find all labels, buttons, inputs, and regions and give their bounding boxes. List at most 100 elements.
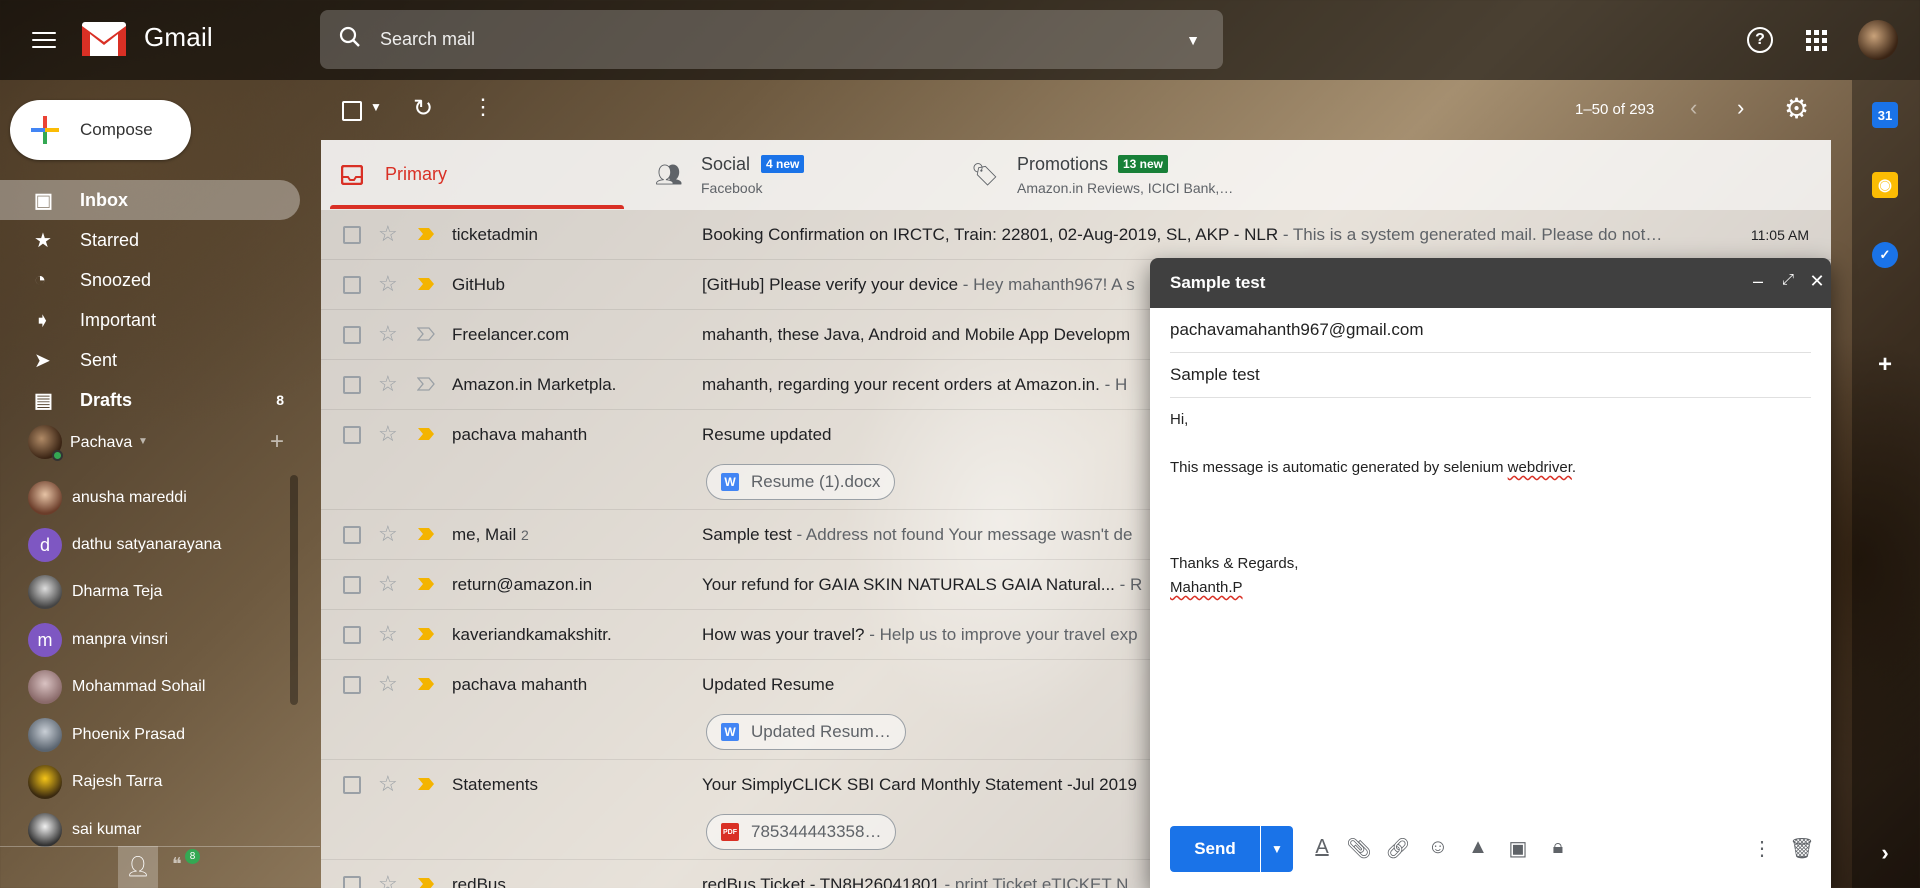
compose-button[interactable]: Compose — [10, 100, 191, 160]
refresh-icon[interactable]: ↻ — [413, 94, 433, 123]
important-icon[interactable] — [417, 327, 435, 341]
formatting-icon[interactable]: A — [1307, 836, 1337, 859]
search-icon[interactable] — [320, 26, 380, 54]
email-row[interactable]: ☆ ticketadmin Booking Confirmation on IR… — [321, 210, 1831, 260]
star-icon[interactable]: ☆ — [378, 771, 398, 797]
star-icon[interactable]: ☆ — [378, 321, 398, 347]
star-icon[interactable]: ☆ — [378, 621, 398, 647]
chevron-right-icon[interactable]: › — [1737, 95, 1744, 121]
photo-icon[interactable]: ▣ — [1503, 836, 1533, 861]
schedule-send-dropdown[interactable]: ▼ — [1261, 826, 1293, 872]
important-icon[interactable] — [417, 377, 435, 391]
link-icon[interactable]: 🔗︎ — [1383, 836, 1413, 861]
important-icon[interactable] — [417, 427, 435, 441]
settings-icon[interactable]: ⚙ — [1784, 92, 1809, 125]
important-icon[interactable] — [417, 277, 435, 291]
more-options-icon[interactable]: ⋮ — [1747, 836, 1777, 861]
sidebar-scrollbar[interactable] — [290, 475, 298, 705]
chat-user-name[interactable]: Pachava — [70, 434, 132, 452]
gmail-logo[interactable] — [80, 20, 128, 58]
emoji-icon[interactable]: ☺ — [1423, 836, 1453, 859]
chat-contact[interactable]: d dathu satyanarayana — [0, 523, 300, 567]
attachment-chip[interactable]: W Resume (1).docx — [706, 464, 896, 500]
attachment-chip[interactable]: PDF 785344443358… — [706, 814, 897, 850]
chat-contact[interactable]: Dharma Teja — [0, 570, 300, 614]
email-snippet: - This is a system generated mail. Pleas… — [1278, 225, 1663, 244]
select-all-checkbox[interactable] — [342, 101, 362, 121]
subject-field[interactable]: Sample test — [1170, 353, 1811, 398]
star-icon[interactable]: ☆ — [378, 871, 398, 888]
more-vert-icon[interactable]: ⋮ — [472, 94, 494, 120]
apps-icon[interactable] — [1800, 24, 1833, 57]
search-bar[interactable]: ▼ — [320, 10, 1223, 69]
important-icon[interactable] — [417, 877, 435, 888]
row-checkbox[interactable] — [343, 526, 361, 544]
account-avatar[interactable] — [1858, 20, 1898, 60]
send-button[interactable]: Send — [1170, 826, 1260, 872]
chat-contact[interactable]: Phoenix Prasad — [0, 713, 300, 757]
star-icon[interactable]: ☆ — [378, 221, 398, 247]
row-checkbox[interactable] — [343, 226, 361, 244]
add-chat-icon[interactable]: + — [270, 428, 284, 456]
message-body[interactable]: Hi, This message is automatic generated … — [1170, 408, 1811, 600]
close-icon[interactable]: ✕ — [1805, 271, 1829, 292]
chat-contact[interactable]: anusha mareddi — [0, 476, 300, 520]
chevron-right-icon[interactable]: › — [1872, 840, 1898, 866]
chat-contact[interactable]: Mohammad Sohail — [0, 665, 300, 709]
search-options-icon[interactable]: ▼ — [1163, 32, 1223, 48]
star-icon[interactable]: ☆ — [378, 671, 398, 697]
row-checkbox[interactable] — [343, 426, 361, 444]
tab-social[interactable]: 👥︎ Social 4 new Facebook — [621, 140, 937, 210]
minimize-icon[interactable]: – — [1746, 271, 1770, 292]
attachment-chip[interactable]: W Updated Resum… — [706, 714, 906, 750]
to-field[interactable]: pachavamahanth967@gmail.com — [1170, 308, 1811, 353]
trash-icon[interactable]: 🗑︎ — [1787, 836, 1817, 861]
important-icon[interactable] — [417, 677, 435, 691]
add-addon-icon[interactable]: + — [1872, 351, 1898, 378]
confidential-icon[interactable]: 🔒︎ — [1543, 836, 1573, 859]
important-icon[interactable] — [417, 527, 435, 541]
keep-icon[interactable]: ◉ — [1872, 172, 1898, 198]
row-checkbox[interactable] — [343, 376, 361, 394]
tab-promotions[interactable]: 🏷︎ Promotions 13 new Amazon.in Reviews, … — [937, 140, 1267, 210]
tab-primary[interactable]: Primary — [321, 140, 621, 210]
chevron-left-icon[interactable]: ‹ — [1690, 95, 1697, 121]
expand-icon[interactable]: ⤢ — [1776, 271, 1800, 288]
row-checkbox[interactable] — [343, 676, 361, 694]
important-icon[interactable] — [417, 777, 435, 791]
star-icon[interactable]: ☆ — [378, 421, 398, 447]
row-checkbox[interactable] — [343, 576, 361, 594]
star-icon[interactable]: ☆ — [378, 271, 398, 297]
email-snippet: - Hey mahanth967! A s — [958, 275, 1135, 294]
important-icon[interactable] — [417, 627, 435, 641]
chat-contact[interactable]: m manpra vinsri — [0, 618, 300, 662]
paperclip-icon[interactable]: 📎︎ — [1344, 836, 1374, 861]
row-checkbox[interactable] — [343, 276, 361, 294]
star-icon[interactable]: ☆ — [378, 521, 398, 547]
hangouts-icon[interactable]: ❝ — [172, 854, 182, 875]
chevron-down-icon[interactable]: ▼ — [370, 100, 382, 114]
row-checkbox[interactable] — [343, 626, 361, 644]
star-icon[interactable]: ☆ — [378, 371, 398, 397]
sidebar-item-important[interactable]: ➧ Important — [0, 300, 300, 340]
drive-icon[interactable]: ▲ — [1463, 836, 1493, 859]
sidebar-item-snoozed[interactable]: ◔ Snoozed — [0, 260, 300, 300]
star-icon[interactable]: ☆ — [378, 571, 398, 597]
tasks-icon[interactable]: ✓ — [1872, 242, 1898, 268]
sidebar-item-starred[interactable]: ★ Starred — [0, 220, 300, 260]
row-checkbox[interactable] — [343, 326, 361, 344]
sidebar-item-sent[interactable]: ➤ Sent — [0, 340, 300, 380]
important-icon[interactable] — [417, 227, 435, 241]
row-checkbox[interactable] — [343, 776, 361, 794]
chat-contact[interactable]: Rajesh Tarra — [0, 760, 300, 804]
calendar-icon[interactable]: 31 — [1872, 102, 1898, 128]
chevron-down-icon[interactable]: ▼ — [138, 436, 148, 447]
main-menu-icon[interactable] — [26, 24, 62, 56]
help-icon[interactable]: ? — [1747, 27, 1773, 53]
sidebar-item-inbox[interactable]: ▣ Inbox — [0, 180, 300, 220]
contacts-icon[interactable]: 👤︎ — [118, 846, 158, 888]
row-checkbox[interactable] — [343, 876, 361, 888]
search-input[interactable] — [380, 29, 1163, 50]
important-icon[interactable] — [417, 577, 435, 591]
sidebar-item-drafts[interactable]: ▤ Drafts 8 — [0, 380, 300, 420]
